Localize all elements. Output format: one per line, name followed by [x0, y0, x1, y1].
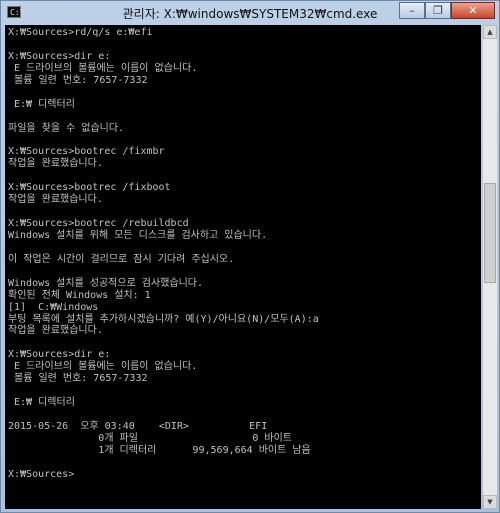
console-line: E:₩ 디렉터리 [8, 98, 75, 110]
console-line: X:₩Sources>dir e: [8, 349, 111, 361]
console-line: Windows 설치를 성공적으로 검사했습니다. [8, 277, 204, 289]
console-line: X:₩Sources>bootrec /fixmbr [8, 146, 165, 158]
console-line: E:₩ 디렉터리 [8, 397, 75, 409]
console-line: E 드라이브의 볼륨에는 이름이 없습니다. [8, 361, 198, 373]
close-button[interactable]: ✕ [451, 2, 495, 19]
window-controls: – ❐ ✕ [399, 2, 495, 19]
console-area[interactable]: X:₩Sources>rd/q/s e:₩efi X:₩Sources>dir e… [5, 25, 481, 509]
maximize-button[interactable]: ❐ [425, 2, 451, 19]
console-line: 파일을 찾을 수 없습니다. [8, 122, 125, 134]
console-line: X:₩Sources>bootrec /fixboot [8, 182, 171, 194]
scroll-thumb[interactable] [484, 183, 496, 283]
console-line: X:₩Sources>bootrec /rebuildbcd [8, 218, 189, 229]
console-line: [1] C:₩Windows [8, 301, 99, 313]
console-line: 작업을 완료했습니다. [8, 194, 103, 206]
console-line: 이 작업은 시간이 걸리므로 잠시 기다려 주십시오. [8, 253, 235, 265]
console-line: 부팅 목록에 설치를 추가하시겠습니까? 예(Y)/아니요(N)/모두(A):a [8, 313, 319, 325]
console-output: X:₩Sources>rd/q/s e:₩efi X:₩Sources>dir e… [8, 27, 478, 481]
console-line: 0개 파일 0 바이트 [8, 432, 292, 444]
cmd-window: C:\ 관리자: X:₩windows₩SYSTEM32₩cmd.exe – ❐… [0, 0, 500, 513]
scroll-up-button[interactable]: ▲ [483, 25, 497, 39]
minimize-button[interactable]: – [399, 2, 425, 19]
console-line: 2015-05-26 오후 03:40 <DIR> EFI [8, 420, 268, 432]
console-line: X:₩Sources>dir e: [8, 50, 111, 62]
scroll-down-button[interactable]: ▼ [483, 495, 497, 509]
console-line: 작업을 완료했습니다. [8, 325, 103, 337]
console-line: 확인된 전체 Windows 설치: 1 [8, 289, 151, 301]
vertical-scrollbar[interactable]: ▲ ▼ [483, 25, 497, 509]
console-line: X:₩Sources> [8, 468, 75, 480]
console-line: 1개 디렉터리 99,569,664 바이트 남음 [8, 444, 311, 456]
console-line: 작업을 완료했습니다. [8, 158, 103, 170]
console-line: 볼륨 일련 번호: 7657-7332 [8, 373, 148, 385]
console-line: X:₩Sources>rd/q/s e:₩efi [8, 27, 153, 38]
console-line: 볼륨 일련 번호: 7657-7332 [8, 74, 148, 86]
console-line: Windows 설치를 위해 모든 디스크를 검사하고 있습니다. [8, 229, 268, 241]
console-line: E 드라이브의 볼륨에는 이름이 없습니다. [8, 62, 198, 74]
title-bar[interactable]: C:\ 관리자: X:₩windows₩SYSTEM32₩cmd.exe – ❐… [1, 1, 499, 25]
